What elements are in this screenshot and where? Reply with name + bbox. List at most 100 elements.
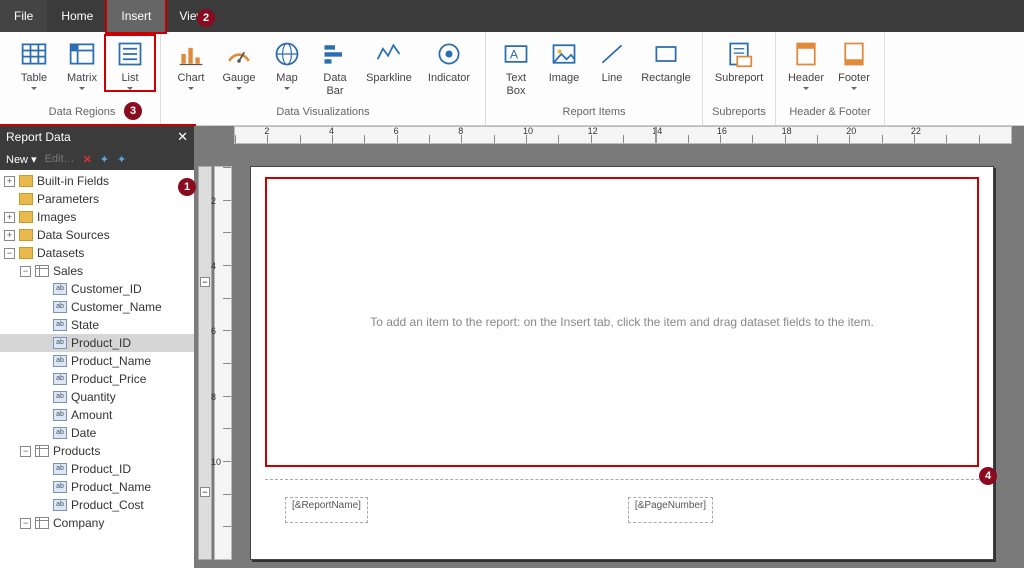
matrix-button[interactable]: Matrix <box>58 36 106 90</box>
expand-icon[interactable]: + <box>4 230 15 241</box>
panel-edit-button[interactable]: Edit… <box>45 153 75 165</box>
field-icon: ab <box>53 499 67 511</box>
tree-item-datasets[interactable]: −Datasets <box>0 244 194 262</box>
tree-item-customer-id[interactable]: abCustomer_ID <box>0 280 194 298</box>
tree-item-product-name[interactable]: abProduct_Name <box>0 478 194 496</box>
sparkline-button[interactable]: Sparkline <box>359 36 419 85</box>
tree-item-sales[interactable]: −Sales <box>0 262 194 280</box>
callout-3: 3 <box>124 102 142 120</box>
list-button[interactable]: List <box>106 36 154 90</box>
databar-icon <box>319 38 351 70</box>
table-icon <box>18 38 50 70</box>
table-button[interactable]: Table <box>10 36 58 90</box>
ribbon-item-label: Footer <box>838 72 870 85</box>
subreport-icon <box>723 38 755 70</box>
field-icon: ab <box>53 319 67 331</box>
ribbon-item-label: TextBox <box>506 72 526 98</box>
tab-file[interactable]: File <box>0 0 47 32</box>
map-button[interactable]: Map <box>263 36 311 90</box>
tree-item-state[interactable]: ab State <box>0 316 194 334</box>
tree-item-product-name[interactable]: abProduct_Name <box>0 352 194 370</box>
tree-item-built-in-fields[interactable]: + Built-in Fields <box>0 172 194 190</box>
data-bar-button[interactable]: DataBar <box>311 36 359 98</box>
field-icon: ab <box>53 337 67 349</box>
table-icon <box>35 445 49 457</box>
panel-movedown-icon[interactable]: ✦ <box>117 153 126 166</box>
tree-item-label: Data Sources <box>37 228 110 242</box>
subreport-button[interactable]: Subreport <box>709 36 769 85</box>
panel-new-button[interactable]: New ▾ <box>6 153 37 166</box>
panel-header: Report Data ✕ <box>0 126 194 148</box>
expand-icon <box>38 356 49 367</box>
report-footer[interactable]: [&ReportName] [&PageNumber] <box>265 497 979 523</box>
callout-2: 2 <box>197 9 215 27</box>
field-icon: ab <box>53 409 67 421</box>
tree-item-amount[interactable]: abAmount <box>0 406 194 424</box>
gauge-button[interactable]: Gauge <box>215 36 263 90</box>
tree-item-product-cost[interactable]: ab Product_Cost <box>0 496 194 514</box>
ribbon-item-label: Table <box>21 72 47 85</box>
field-icon: ab <box>53 481 67 493</box>
footer-pagenumber-field[interactable]: [&PageNumber] <box>628 497 713 523</box>
table-icon <box>35 517 49 529</box>
tree-item-product-id[interactable]: abProduct_ID <box>0 334 194 352</box>
expand-icon <box>4 194 15 205</box>
expand-icon[interactable]: − <box>4 248 15 259</box>
expand-icon <box>38 464 49 475</box>
ribbon-item-label: Map <box>276 72 297 85</box>
expand-icon[interactable]: − <box>20 446 31 457</box>
collapse-footer-icon[interactable]: − <box>200 487 210 497</box>
tab-home[interactable]: Home <box>47 0 107 32</box>
footer-reportname-field[interactable]: [&ReportName] <box>285 497 368 523</box>
header-icon <box>790 38 822 70</box>
ribbon-item-label: Image <box>549 72 580 85</box>
panel-title: Report Data <box>6 130 71 144</box>
tree-item-products[interactable]: −Products <box>0 442 194 460</box>
rectangle-button[interactable]: Rectangle <box>636 36 696 85</box>
panel-toolbar: New ▾ Edit… ✕ ✦ ✦ <box>0 148 194 170</box>
report-canvas[interactable]: To add an item to the report: on the Ins… <box>250 166 994 560</box>
chart-icon <box>175 38 207 70</box>
section-gutter: − − <box>198 166 212 560</box>
expand-icon <box>38 482 49 493</box>
report-data-tree: + Built-in Fields Parameters + Images + Data S… <box>0 170 194 568</box>
tree-item-product-id[interactable]: abProduct_ID <box>0 460 194 478</box>
chart-button[interactable]: Chart <box>167 36 215 90</box>
tree-item-data-sources[interactable]: + Data Sources <box>0 226 194 244</box>
footer-button[interactable]: Footer <box>830 36 878 90</box>
collapse-body-icon[interactable]: − <box>200 277 210 287</box>
image-button[interactable]: Image <box>540 36 588 85</box>
report-body[interactable]: To add an item to the report: on the Ins… <box>265 177 979 467</box>
tree-item-label: Built-in Fields <box>37 174 109 188</box>
line-button[interactable]: Line <box>588 36 636 85</box>
tree-item-quantity[interactable]: abQuantity <box>0 388 194 406</box>
expand-icon[interactable]: − <box>20 518 31 529</box>
panel-delete-icon[interactable]: ✕ <box>83 153 92 166</box>
text-box-button[interactable]: TextBox <box>492 36 540 98</box>
expand-icon[interactable]: + <box>4 176 15 187</box>
expand-icon[interactable]: + <box>4 212 15 223</box>
tab-insert[interactable]: Insert <box>107 0 165 32</box>
tree-item-label: State <box>71 318 99 332</box>
ribbon-item-label: DataBar <box>323 72 346 98</box>
indicator-button[interactable]: Indicator <box>419 36 479 85</box>
tree-item-label: Images <box>37 210 76 224</box>
tree-item-company[interactable]: −Company <box>0 514 194 532</box>
panel-moveup-icon[interactable]: ✦ <box>100 153 109 166</box>
ribbon-item-label: Line <box>602 72 623 85</box>
expand-icon <box>38 392 49 403</box>
panel-close-icon[interactable]: ✕ <box>177 129 188 145</box>
tree-item-label: Product_ID <box>71 462 131 476</box>
expand-icon[interactable]: − <box>20 266 31 277</box>
ribbon-item-label: Sparkline <box>366 72 412 85</box>
header-button[interactable]: Header <box>782 36 830 90</box>
ribbon-item-label: List <box>121 72 138 85</box>
tree-item-customer-name[interactable]: abCustomer_Name <box>0 298 194 316</box>
tree-item-parameters[interactable]: Parameters <box>0 190 194 208</box>
tree-item-product-price[interactable]: abProduct_Price <box>0 370 194 388</box>
tree-item-label: Product_Price <box>71 372 146 386</box>
tree-item-images[interactable]: + Images <box>0 208 194 226</box>
ribbon-group-label: Data Visualizations <box>167 106 479 123</box>
tree-item-label: Product_Cost <box>71 498 144 512</box>
tree-item-date[interactable]: abDate <box>0 424 194 442</box>
